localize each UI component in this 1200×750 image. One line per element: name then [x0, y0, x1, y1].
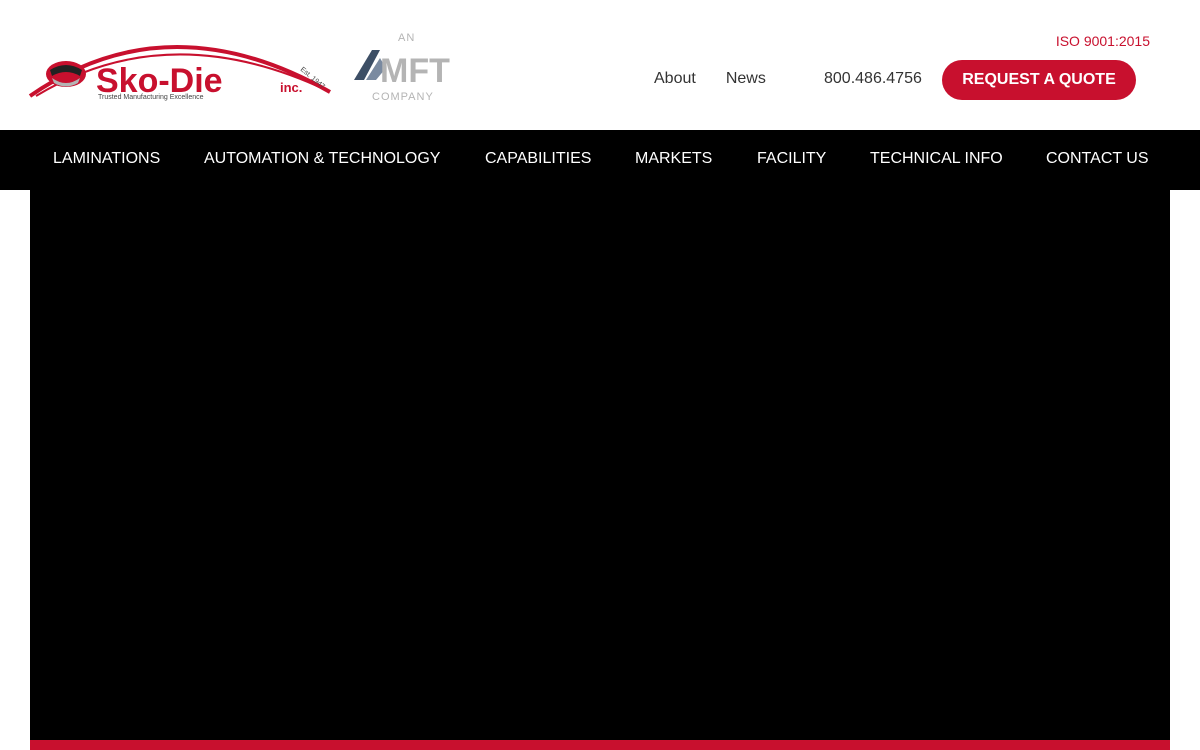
- parent-mark-text: MFT: [380, 52, 450, 90]
- about-link[interactable]: About: [654, 70, 696, 88]
- sko-die-logo[interactable]: Sko-Die inc. Trusted Manufacturing Excel…: [28, 30, 333, 102]
- hero-media: [30, 190, 1170, 740]
- logo-tagline: Trusted Manufacturing Excellence: [98, 94, 204, 101]
- mft-company-logo[interactable]: AN MFT COMPANY: [350, 28, 462, 104]
- nav-item-facility[interactable]: FACILITY: [757, 150, 826, 168]
- iso-certification: ISO 9001:2015: [1055, 33, 1150, 49]
- nav-item-technical-info[interactable]: TECHNICAL INFO: [870, 150, 1003, 168]
- nav-item-capabilities[interactable]: CAPABILITIES: [485, 150, 591, 168]
- top-links: About News: [654, 70, 766, 88]
- parent-top-text: AN: [398, 32, 415, 44]
- main-nav: LAMINATIONS AUTOMATION & TECHNOLOGY CAPA…: [0, 130, 1200, 190]
- parent-bottom-text: COMPANY: [372, 91, 434, 103]
- phone-number[interactable]: 800.486.4756: [824, 70, 922, 88]
- news-link[interactable]: News: [726, 70, 766, 88]
- logo-suffix: inc.: [280, 80, 302, 95]
- nav-item-markets[interactable]: MARKETS: [635, 150, 712, 168]
- site-header: Sko-Die inc. Trusted Manufacturing Excel…: [0, 0, 1200, 130]
- nav-item-contact-us[interactable]: CONTACT US: [1046, 150, 1149, 168]
- request-quote-button[interactable]: REQUEST A QUOTE: [942, 60, 1136, 100]
- nav-item-laminations[interactable]: LAMINATIONS: [53, 150, 160, 168]
- hero-accent-bar: [30, 740, 1170, 750]
- nav-item-automation-technology[interactable]: AUTOMATION & TECHNOLOGY: [204, 150, 440, 168]
